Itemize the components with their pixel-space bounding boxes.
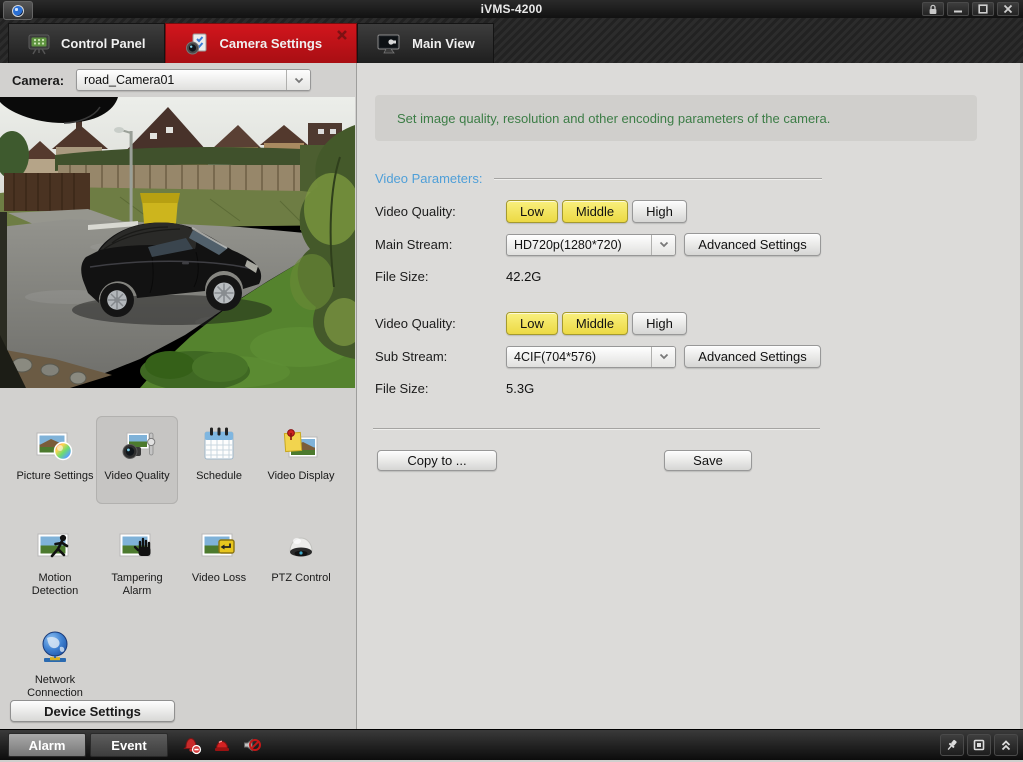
control-panel-icon (27, 33, 51, 55)
video-parameters-section: Video Parameters: (375, 171, 822, 186)
feature-video-display[interactable]: Video Display (260, 416, 342, 504)
minimize-button[interactable] (947, 2, 969, 16)
main-content: Camera: road_Camera01 (0, 63, 1023, 729)
device-settings-button[interactable]: Device Settings (10, 700, 175, 722)
camera-select-value: road_Camera01 (77, 70, 286, 90)
motion-detection-icon (14, 524, 96, 570)
feature-ptz-control[interactable]: PTZ Control (260, 518, 342, 606)
sub-quality-row: Video Quality: Low Middle High (357, 312, 1020, 335)
tab-close-icon[interactable] (336, 29, 348, 41)
chevron-down-icon (651, 235, 675, 255)
sub-advanced-settings-button[interactable]: Advanced Settings (684, 345, 821, 368)
alarm-bell-mute-icon[interactable] (182, 735, 202, 755)
sub-quality-low-button[interactable]: Low (506, 312, 558, 335)
camera-preview (0, 97, 355, 388)
main-quality-low-button[interactable]: Low (506, 200, 558, 223)
video-quality-icon (96, 422, 178, 468)
siren-icon[interactable] (212, 735, 232, 755)
sub-filesize-row: File Size: 5.3G (357, 381, 1020, 396)
app-logo-icon (3, 1, 33, 20)
feature-grid: Picture Settings Video Quality Schedule (0, 388, 356, 722)
feature-tampering-alarm[interactable]: Tampering Alarm (96, 518, 178, 606)
tampering-alarm-icon (96, 524, 178, 570)
main-quality-middle-button[interactable]: Middle (562, 200, 628, 223)
sub-stream-select[interactable]: 4CIF(704*576) (506, 346, 676, 368)
picture-settings-icon (14, 422, 96, 468)
float-window-icon[interactable] (967, 734, 991, 756)
main-view-icon (376, 32, 402, 56)
description-text: Set image quality, resolution and other … (397, 111, 830, 126)
camera-select[interactable]: road_Camera01 (76, 69, 311, 91)
tab-main-view[interactable]: Main View (357, 23, 494, 63)
tab-label: Main View (412, 36, 475, 51)
feature-video-quality[interactable]: Video Quality (96, 416, 178, 504)
app-window: iVMS-4200 Control Panel (0, 0, 1023, 762)
main-stream-select[interactable]: HD720p(1280*720) (506, 234, 676, 256)
feature-video-loss[interactable]: Video Loss (178, 518, 260, 606)
tab-label: Control Panel (61, 36, 146, 51)
status-bar: Alarm Event (0, 729, 1023, 760)
collapse-up-icon[interactable] (994, 734, 1018, 756)
copy-to-button[interactable]: Copy to ... (377, 450, 497, 471)
section-title: Video Parameters: (375, 171, 482, 186)
main-advanced-settings-button[interactable]: Advanced Settings (684, 233, 821, 256)
sub-quality-middle-button[interactable]: Middle (562, 312, 628, 335)
title-bar: iVMS-4200 (0, 0, 1023, 18)
section-divider (494, 178, 822, 180)
feature-picture-settings[interactable]: Picture Settings (14, 416, 96, 504)
window-title: iVMS-4200 (0, 2, 1023, 16)
sub-stream-row: Sub Stream: 4CIF(704*576) Advanced Setti… (357, 345, 1020, 368)
video-loss-icon (178, 524, 260, 570)
save-button[interactable]: Save (664, 450, 752, 471)
settings-panel: Set image quality, resolution and other … (357, 63, 1023, 729)
main-filesize-value: 42.2G (506, 269, 541, 284)
close-button[interactable] (997, 2, 1019, 16)
tab-control-panel[interactable]: Control Panel (8, 23, 165, 63)
main-filesize-row: File Size: 42.2G (357, 269, 1020, 284)
alarm-tab[interactable]: Alarm (8, 733, 86, 757)
maximize-button[interactable] (972, 2, 994, 16)
actions-divider (373, 428, 820, 430)
pin-icon[interactable] (940, 734, 964, 756)
feature-network-connection[interactable]: Network Connection (14, 620, 96, 708)
camera-label: Camera: (12, 73, 64, 88)
video-display-icon (260, 422, 342, 468)
ptz-control-icon (260, 524, 342, 570)
tab-camera-settings[interactable]: Camera Settings (165, 23, 358, 63)
network-connection-icon (14, 626, 96, 672)
feature-motion-detection[interactable]: Motion Detection (14, 518, 96, 606)
main-quality-row: Video Quality: Low Middle High (357, 200, 1020, 223)
chevron-down-icon (286, 70, 310, 90)
sub-filesize-value: 5.3G (506, 381, 534, 396)
tab-bar: Control Panel Camera Settings Main View (0, 18, 1023, 63)
audio-mute-icon[interactable] (242, 735, 262, 755)
schedule-icon (178, 422, 260, 468)
tab-label: Camera Settings (220, 36, 323, 51)
description-box: Set image quality, resolution and other … (375, 95, 977, 141)
main-quality-high-button[interactable]: High (632, 200, 687, 223)
feature-schedule[interactable]: Schedule (178, 416, 260, 504)
main-stream-row: Main Stream: HD720p(1280*720) Advanced S… (357, 233, 1020, 256)
event-tab[interactable]: Event (90, 733, 168, 757)
lock-icon[interactable] (922, 2, 944, 16)
camera-settings-icon (184, 32, 210, 56)
sub-quality-high-button[interactable]: High (632, 312, 687, 335)
left-panel: Camera: road_Camera01 (0, 63, 357, 729)
chevron-down-icon (651, 347, 675, 367)
